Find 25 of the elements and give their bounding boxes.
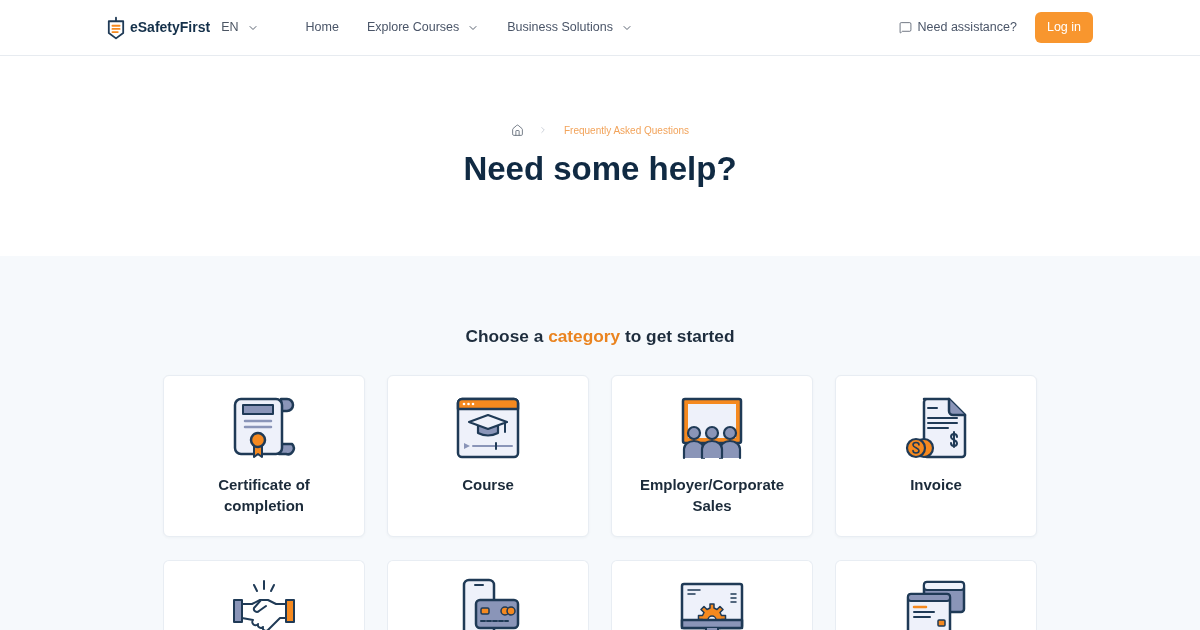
category-card[interactable]: Course — [387, 375, 589, 537]
nav-link[interactable]: Home — [305, 18, 339, 37]
nav-dropdown[interactable]: Business Solutions — [507, 18, 633, 37]
brand-name[interactable]: eSafetyFirst — [130, 17, 211, 38]
category-card[interactable] — [163, 560, 365, 630]
graduation-cap-window-icon — [456, 396, 520, 460]
invoice-icon — [904, 396, 968, 460]
category-card[interactable]: Certificate of completion — [163, 375, 365, 537]
category-card[interactable] — [611, 560, 813, 630]
audience-board-icon — [680, 396, 744, 460]
certificate-icon — [232, 396, 296, 460]
help-link[interactable]: Need assistance? — [898, 18, 1017, 37]
chat-icon — [898, 21, 912, 34]
category-card[interactable]: Employer/Corporate Sales — [611, 375, 813, 537]
cards-icon — [904, 578, 968, 630]
section-heading: Choose a category to get started — [465, 325, 735, 348]
category-card[interactable] — [835, 560, 1037, 630]
category-card[interactable] — [387, 560, 589, 630]
nav-dropdown[interactable]: Explore Courses — [366, 18, 480, 37]
language-selector[interactable]: EN — [221, 18, 259, 37]
logo-icon — [107, 15, 125, 40]
handshake-icon — [232, 578, 296, 630]
page-title: Need some help? — [463, 149, 737, 189]
category-card[interactable]: Invoice — [835, 375, 1037, 537]
home-icon[interactable] — [510, 123, 524, 137]
